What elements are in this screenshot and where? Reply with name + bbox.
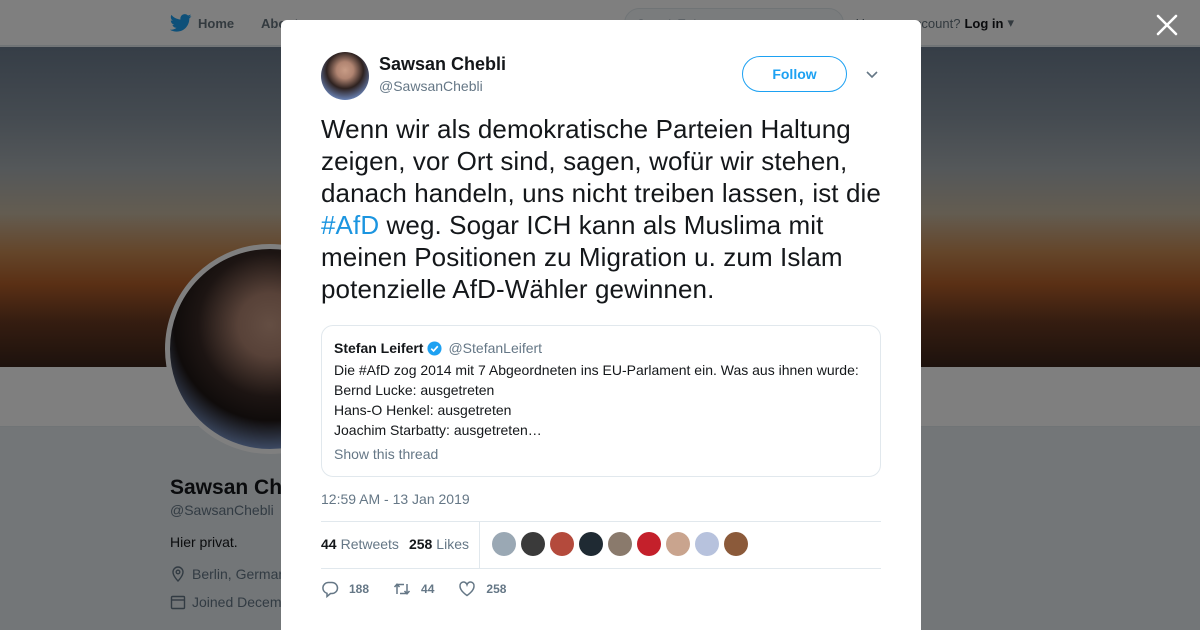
default-avatar-icon[interactable] [492,532,516,556]
quoted-tweet-header: Stefan Leifert @StefanLeifert [334,340,542,356]
heart-icon [459,581,476,597]
avatar-icon[interactable] [666,532,690,556]
divider [321,521,881,522]
quoted-text-line: Hans-O Henkel: ausgetreten [334,402,512,418]
tweet-stats: 44 Retweets 258 Likes [321,536,469,552]
avatar-icon[interactable] [724,532,748,556]
avatar-icon[interactable] [695,532,719,556]
likers-avatars [492,532,748,556]
tweet-text: Wenn wir als demokratische Parteien Halt… [321,113,891,305]
retweet-icon [393,583,411,595]
avatar-icon[interactable] [579,532,603,556]
like-button[interactable]: 258 [458,580,506,598]
reply-button[interactable]: 188 [321,580,369,598]
likes-stat[interactable]: 258 Likes [409,536,469,552]
quoted-text-line: Die #AfD zog 2014 mit 7 Abgeordneten ins… [334,362,859,378]
quoted-text-line: Bernd Lucke: ausgetreten [334,382,495,398]
quoted-author-handle: @StefanLeifert [448,340,543,356]
author-name[interactable]: Sawsan Chebli [379,54,506,75]
avatar-icon[interactable] [608,532,632,556]
likes-label: Likes [436,536,469,552]
reply-icon [322,581,339,598]
show-thread-link[interactable]: Show this thread [334,446,438,462]
tweet-text-part2: weg. Sogar ICH kann als Muslima mit mein… [321,210,843,304]
retweets-count: 44 [321,536,337,552]
retweets-stat[interactable]: 44 Retweets [321,536,399,552]
tweet-text-part1: Wenn wir als demokratische Parteien Halt… [321,114,881,208]
avatar-icon[interactable] [521,532,545,556]
author-avatar[interactable] [321,52,369,100]
divider [479,521,480,568]
hashtag-link[interactable]: #AfD [321,210,379,240]
quoted-author-name: Stefan Leifert [334,340,424,356]
author-handle[interactable]: @SawsanChebli [379,78,483,94]
likes-count: 258 [408,536,433,552]
reply-count: 188 [349,582,370,596]
avatar-icon[interactable] [550,532,574,556]
close-icon[interactable] [1154,12,1180,38]
retweet-button[interactable]: 44 [393,580,434,598]
divider [321,568,881,569]
retweets-label: Retweets [340,536,399,552]
verified-badge-icon [427,340,442,356]
chevron-down-icon[interactable] [865,68,879,82]
tweet-actions: 188 44 258 [321,580,506,598]
quoted-tweet[interactable]: Stefan Leifert @StefanLeifert Die #AfD z… [321,325,881,477]
tweet-timestamp[interactable]: 12:59 AM - 13 Jan 2019 [321,491,470,507]
spd-avatar-icon[interactable] [637,532,661,556]
follow-button[interactable]: Follow [742,56,847,92]
quoted-text-line: Joachim Starbatty: ausgetreten… [334,422,542,438]
tweet-modal: Sawsan Chebli @SawsanChebli Follow Wenn … [281,20,921,630]
retweet-count: 44 [421,582,435,596]
like-count: 258 [486,582,507,596]
